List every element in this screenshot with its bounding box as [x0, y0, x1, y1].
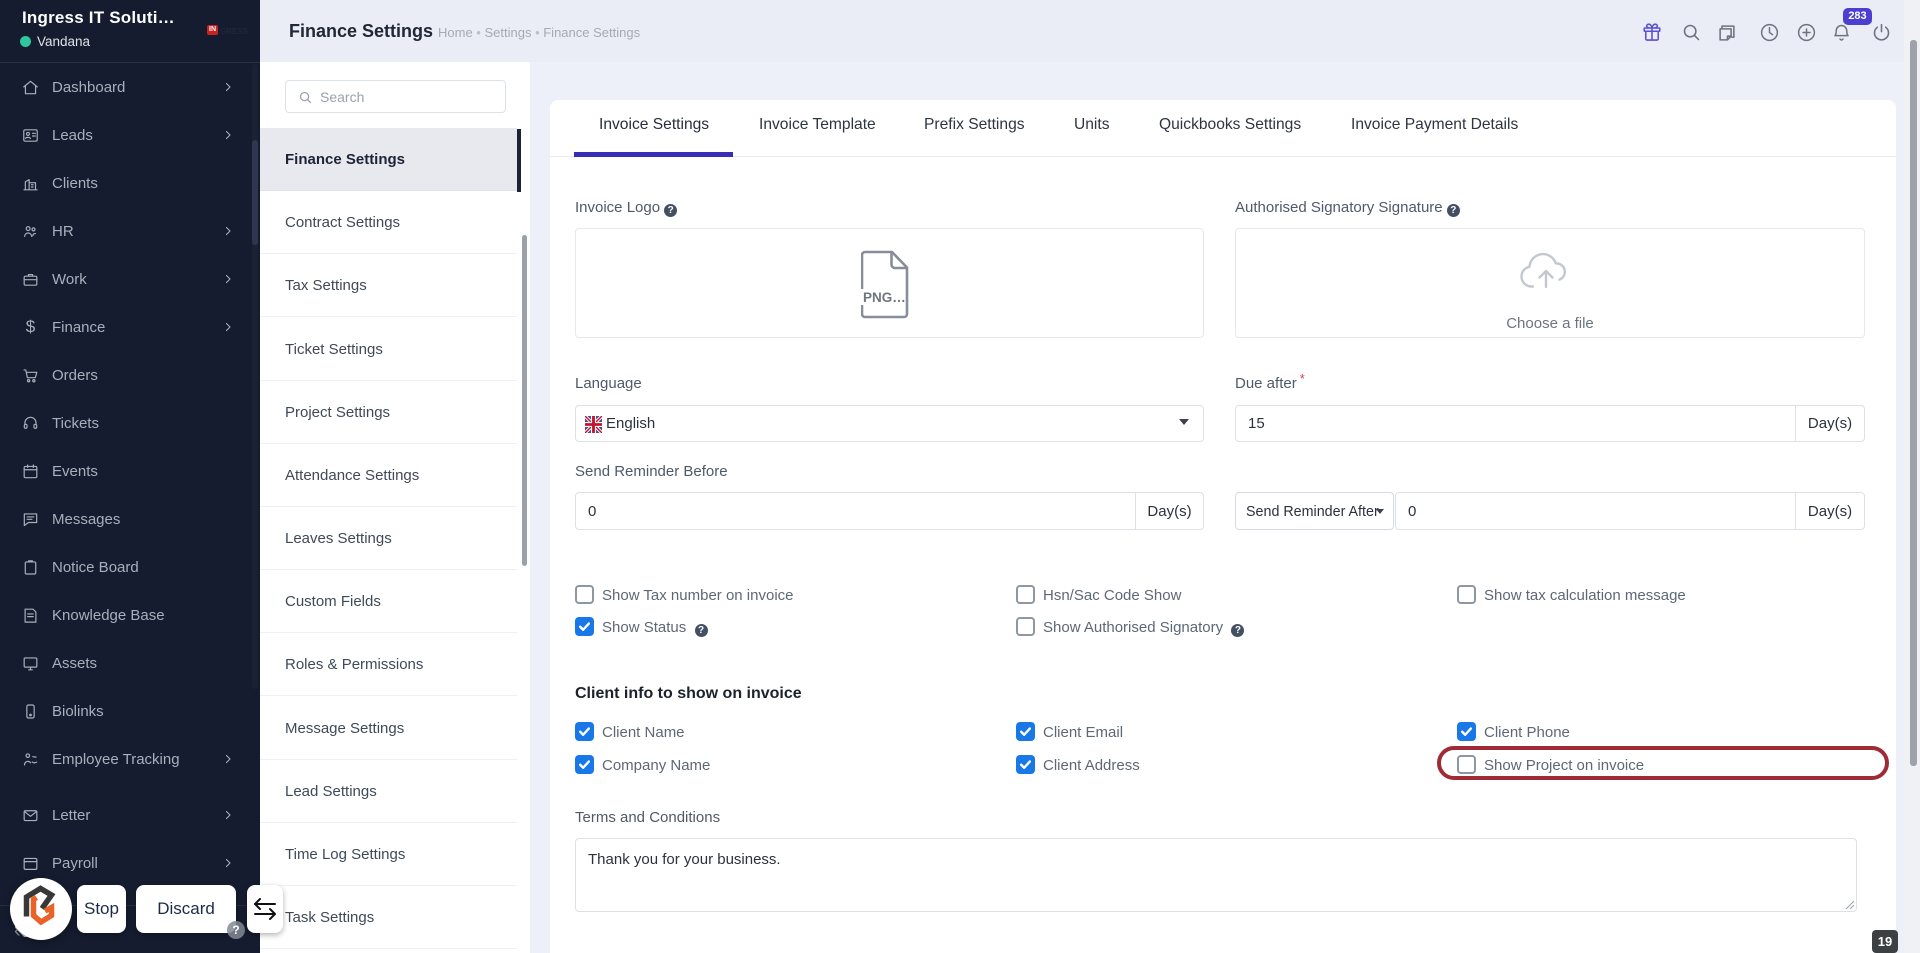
svg-text:PNG…: PNG…: [863, 290, 906, 305]
